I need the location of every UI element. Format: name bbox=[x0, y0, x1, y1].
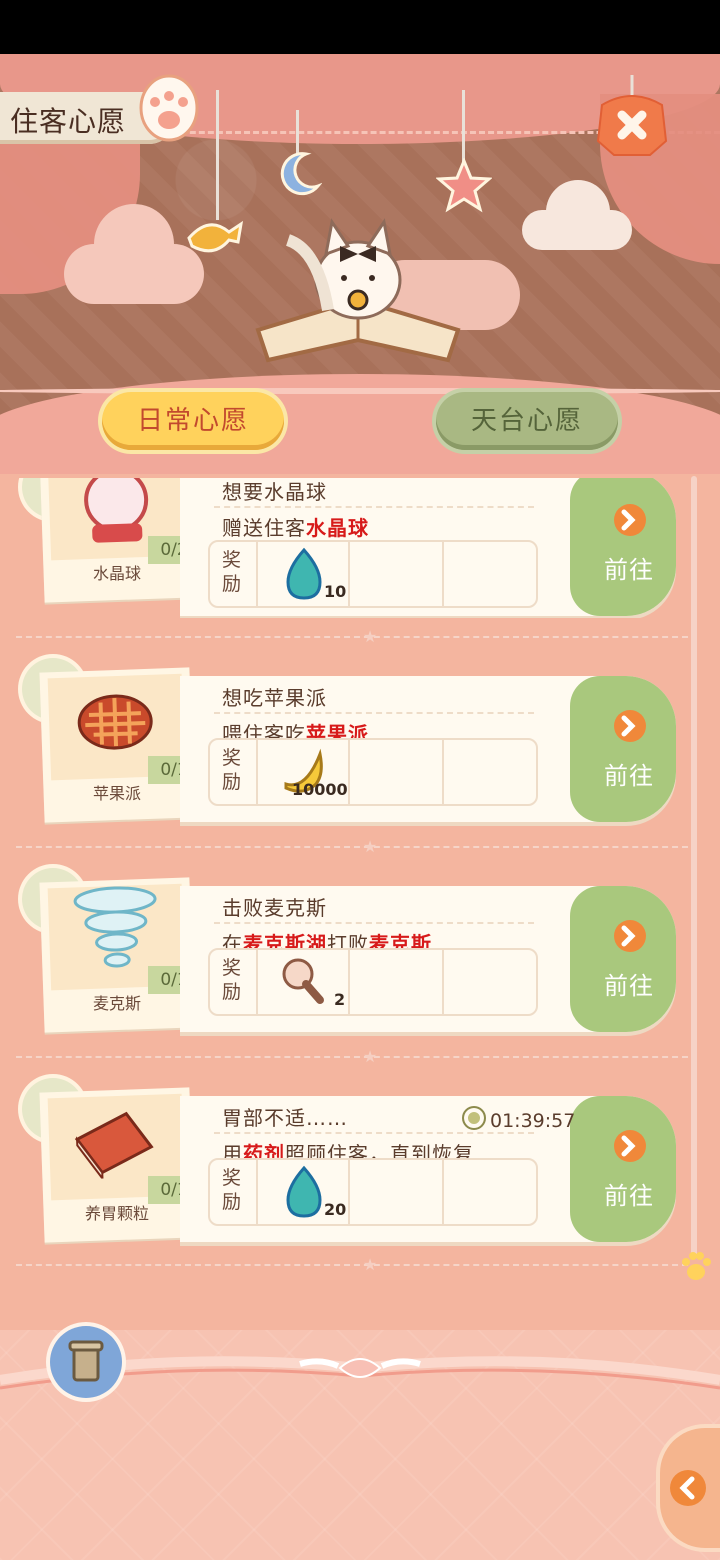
crystal-ball-icon bbox=[84, 478, 149, 543]
reward-box: 奖励 10 bbox=[208, 540, 538, 608]
wish-title: 击败麦克斯 bbox=[222, 896, 327, 920]
arrow-right-icon bbox=[614, 504, 646, 536]
item-name: 养胃颗粒 bbox=[84, 1204, 149, 1223]
bird-icon bbox=[187, 220, 244, 253]
reward-amount: 10 bbox=[324, 582, 347, 601]
countdown-timer: 01:39:57 bbox=[462, 1106, 575, 1132]
title-divider bbox=[214, 712, 534, 714]
go-button[interactable] bbox=[570, 478, 676, 616]
hanging-string bbox=[216, 90, 219, 220]
tab-rooftop-wishes[interactable]: 天台心愿 bbox=[436, 392, 618, 450]
page-title: 住客心愿 bbox=[10, 105, 127, 138]
close-icon[interactable] bbox=[594, 75, 670, 159]
item-name: 苹果派 bbox=[92, 784, 141, 803]
arrow-right-icon bbox=[614, 1130, 646, 1162]
title-divider bbox=[214, 1132, 534, 1134]
star-icon: ★ bbox=[362, 1255, 378, 1274]
trash-can-button[interactable] bbox=[50, 1326, 122, 1398]
go-button-label: 前往 bbox=[604, 556, 654, 584]
item-name: 麦克斯 bbox=[92, 994, 141, 1013]
star-icon: ★ bbox=[362, 837, 378, 856]
wish-title: 想吃苹果派 bbox=[222, 686, 327, 710]
reward-label: 奖励 bbox=[222, 747, 242, 793]
moon-icon bbox=[280, 152, 322, 196]
wish-card: 0/1 麦克斯 前往 击败麦克斯 在麦克斯湖打败麦克斯 奖励 2 bbox=[0, 868, 720, 1046]
item-name: 水晶球 bbox=[92, 564, 141, 583]
wish-card: 0/2 水晶球 前往 想要水晶球 赠送住客水晶球 奖励 10 bbox=[0, 478, 720, 618]
reward-amount: 2 bbox=[334, 990, 346, 1009]
go-button-label: 前往 bbox=[604, 972, 654, 1000]
cat-reading-book-illustration bbox=[255, 218, 461, 363]
paw-meat-icon bbox=[282, 958, 324, 1004]
go-button[interactable] bbox=[570, 676, 676, 822]
divider bbox=[16, 1264, 688, 1266]
wish-card: 0/1 苹果派 前往 想吃苹果派 喂住客吃苹果派 奖励 10000 bbox=[0, 658, 720, 836]
reward-label: 奖励 bbox=[222, 1167, 242, 1213]
paw-icon bbox=[682, 1252, 711, 1280]
go-button[interactable] bbox=[570, 886, 676, 1032]
divider bbox=[16, 636, 688, 638]
reward-amount: 10000 bbox=[292, 780, 348, 799]
paw-icon bbox=[139, 74, 199, 142]
back-button[interactable] bbox=[660, 1428, 720, 1548]
wish-card: 0/1 养胃颗粒 前往 胃部不适…… 01:39:57 用药剂照顾住客，直到恢复… bbox=[0, 1078, 720, 1256]
go-button-label: 前往 bbox=[604, 762, 654, 790]
star-icon: ★ bbox=[362, 627, 378, 646]
cloud-decoration bbox=[64, 204, 204, 304]
cloud-decoration bbox=[522, 180, 632, 250]
wish-title: 想要水晶球 bbox=[222, 480, 327, 504]
go-button[interactable] bbox=[570, 1096, 676, 1242]
star-icon: ★ bbox=[362, 1047, 378, 1066]
clock-icon bbox=[462, 1106, 486, 1130]
arrow-right-icon bbox=[614, 710, 646, 742]
arrow-left-icon bbox=[670, 1470, 706, 1506]
divider bbox=[16, 1056, 688, 1058]
wish-description: 赠送住客水晶球 bbox=[222, 516, 369, 540]
star-icon bbox=[436, 158, 492, 213]
apple-pie-icon bbox=[77, 694, 153, 750]
reward-box: 奖励 10000 bbox=[208, 738, 538, 806]
medicine-box-icon bbox=[74, 1111, 154, 1180]
title-divider bbox=[214, 506, 534, 508]
reward-box: 奖励 20 bbox=[208, 1158, 538, 1226]
reward-label: 奖励 bbox=[222, 957, 242, 1003]
reward-box: 奖励 2 bbox=[208, 948, 538, 1016]
trash-can-icon bbox=[68, 1340, 104, 1382]
title-divider bbox=[214, 922, 534, 924]
reward-label: 奖励 bbox=[222, 549, 242, 595]
status-bar bbox=[0, 0, 720, 54]
reward-amount: 20 bbox=[324, 1200, 347, 1219]
divider bbox=[16, 846, 688, 848]
arrow-right-icon bbox=[614, 920, 646, 952]
wish-title: 胃部不适…… bbox=[222, 1106, 348, 1130]
tab-daily-wishes[interactable]: 日常心愿 bbox=[102, 392, 284, 450]
go-button-label: 前往 bbox=[604, 1182, 654, 1210]
